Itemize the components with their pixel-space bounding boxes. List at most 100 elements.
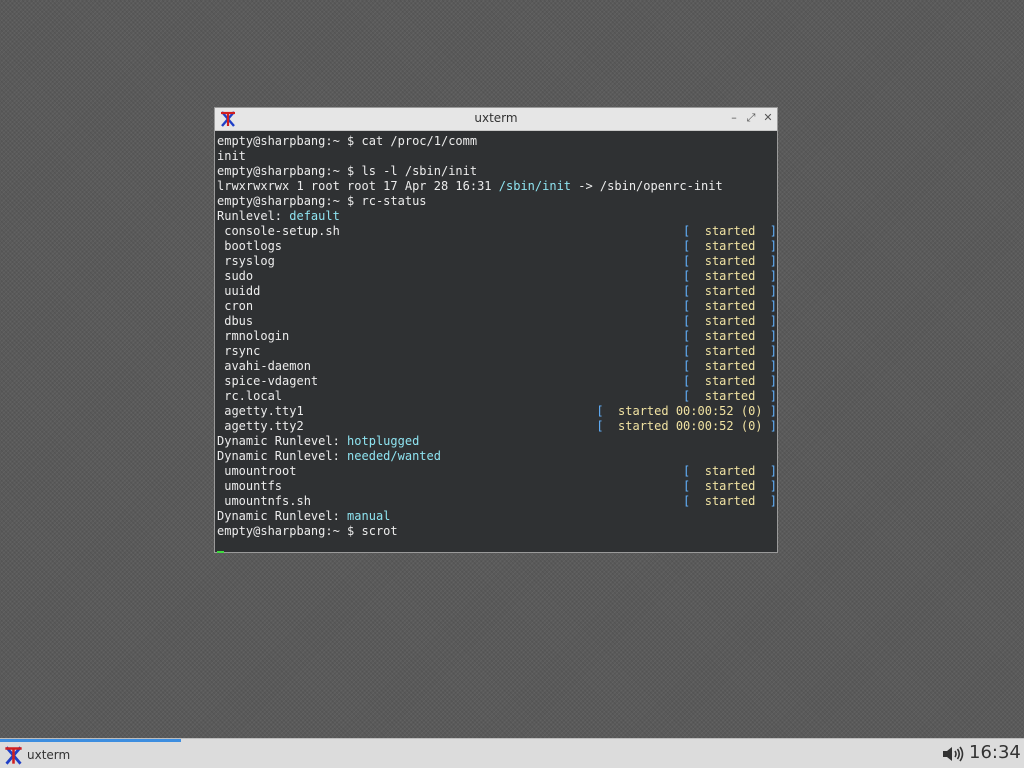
- terminal-line: empty@sharpbang:~ $ scrot: [217, 524, 777, 539]
- terminal-line: console-setup.sh [ started ]: [217, 224, 777, 239]
- terminal-line: [217, 539, 777, 554]
- terminal-text: init: [217, 149, 246, 163]
- service-status: [ started ]: [683, 284, 777, 298]
- service-status: [ started ]: [683, 389, 777, 403]
- service-status-text: started: [704, 299, 756, 313]
- terminal-text: lrwxrwxrwx 1 root root 17 Apr 28 16:31: [217, 179, 499, 193]
- minimize-button[interactable]: –: [727, 111, 741, 125]
- terminal-line: sudo [ started ]: [217, 269, 777, 284]
- xterm-logo-icon: [5, 746, 22, 765]
- service-name: avahi-daemon: [217, 359, 311, 373]
- service-status: [ started ]: [683, 479, 777, 493]
- terminal-line: agetty.tty1 [ started 00:00:52 (0) ]: [217, 404, 777, 419]
- service-name: dbus: [217, 314, 254, 328]
- close-button[interactable]: ✕: [761, 111, 775, 125]
- taskbar-item-uxterm[interactable]: uxterm: [0, 742, 181, 768]
- terminal-line: Runlevel: default: [217, 209, 777, 224]
- service-status: [ started 00:00:52 (0) ]: [596, 404, 777, 418]
- terminal-line: agetty.tty2 [ started 00:00:52 (0) ]: [217, 419, 777, 434]
- service-name: agetty.tty2: [217, 419, 304, 433]
- terminal-line: cron [ started ]: [217, 299, 777, 314]
- terminal-line: empty@sharpbang:~ $ ls -l /sbin/init: [217, 164, 777, 179]
- service-name: bootlogs: [217, 239, 283, 253]
- service-status-text: started: [704, 374, 756, 388]
- taskbar: uxterm 16:34: [0, 738, 1024, 768]
- service-status: [ started ]: [683, 344, 777, 358]
- terminal-text: Dynamic Runlevel:: [217, 449, 348, 463]
- maximize-button[interactable]: ⤢: [744, 111, 758, 125]
- text-cursor: [217, 551, 224, 553]
- service-status-text: started: [704, 344, 756, 358]
- terminal-line: spice-vdagent [ started ]: [217, 374, 777, 389]
- service-status-text: started: [704, 494, 756, 508]
- terminal-line: avahi-daemon [ started ]: [217, 359, 777, 374]
- terminal-line: uuidd [ started ]: [217, 284, 777, 299]
- window-titlebar[interactable]: uxterm – ⤢ ✕: [215, 108, 777, 131]
- service-status: [ started ]: [683, 359, 777, 373]
- service-name: rsync: [217, 344, 261, 358]
- terminal-text: manual: [347, 509, 391, 523]
- terminal-text: needed/wanted: [347, 449, 441, 463]
- service-name: agetty.tty1: [217, 404, 304, 418]
- service-name: cron: [217, 299, 254, 313]
- service-status-text: started: [704, 284, 756, 298]
- service-status: [ started ]: [683, 374, 777, 388]
- service-status-text: started: [704, 479, 756, 493]
- service-status-text: started: [704, 224, 756, 238]
- terminal-text: empty@sharpbang:~ $ ls -l /sbin/init: [217, 164, 478, 178]
- terminal-line: Dynamic Runlevel: manual: [217, 509, 777, 524]
- service-status: [ started ]: [683, 329, 777, 343]
- terminal-text: empty@sharpbang:~ $ scrot: [217, 524, 398, 538]
- terminal-text: /sbin/init: [498, 179, 572, 193]
- service-status-text: started: [704, 464, 756, 478]
- terminal-window[interactable]: uxterm – ⤢ ✕ empty@sharpbang:~ $ cat /pr…: [214, 107, 778, 553]
- clock[interactable]: 16:34: [969, 742, 1021, 763]
- terminal-text: Runlevel:: [217, 209, 290, 223]
- service-status: [ started ]: [683, 464, 777, 478]
- terminal-line: umountnfs.sh [ started ]: [217, 494, 777, 509]
- service-name: console-setup.sh: [217, 224, 340, 238]
- terminal-output[interactable]: empty@sharpbang:~ $ cat /proc/1/comm init…: [217, 134, 777, 553]
- terminal-text: Dynamic Runlevel:: [217, 509, 348, 523]
- speaker-icon[interactable]: [942, 746, 964, 762]
- taskbar-item-label: uxterm: [27, 748, 71, 762]
- service-status: [ started ]: [683, 269, 777, 283]
- service-name: uuidd: [217, 284, 261, 298]
- service-status-text: started: [704, 254, 756, 268]
- terminal-line: dbus [ started ]: [217, 314, 777, 329]
- terminal-line: rc.local [ started ]: [217, 389, 777, 404]
- service-status-text: started: [704, 239, 756, 253]
- terminal-line: Dynamic Runlevel: hotplugged: [217, 434, 777, 449]
- service-name: spice-vdagent: [217, 374, 319, 388]
- service-name: umountfs: [217, 479, 283, 493]
- service-status-text: started: [704, 389, 756, 403]
- terminal-line: rsync [ started ]: [217, 344, 777, 359]
- service-status: [ started ]: [683, 224, 777, 238]
- terminal-text: -> /sbin/openrc-init: [571, 179, 723, 193]
- terminal-text: hotplugged: [347, 434, 420, 448]
- window-title: uxterm: [474, 111, 518, 125]
- service-name: sudo: [217, 269, 254, 283]
- service-status: [ started ]: [683, 239, 777, 253]
- terminal-text: empty@sharpbang:~ $ rc-status: [217, 194, 427, 208]
- terminal-line: empty@sharpbang:~ $ cat /proc/1/comm: [217, 134, 777, 149]
- service-status-text: started: [704, 359, 756, 373]
- service-status-text: started: [704, 329, 756, 343]
- terminal-line: rsyslog [ started ]: [217, 254, 777, 269]
- service-status-text: started 00:00:52 (0): [618, 404, 763, 418]
- terminal-line: umountroot [ started ]: [217, 464, 777, 479]
- service-status: [ started ]: [683, 494, 777, 508]
- service-status-text: started: [704, 314, 756, 328]
- terminal-line: bootlogs [ started ]: [217, 239, 777, 254]
- terminal-text: default: [289, 209, 340, 223]
- terminal-line: init: [217, 149, 777, 164]
- terminal-text: Dynamic Runlevel:: [217, 434, 348, 448]
- service-status: [ started ]: [683, 299, 777, 313]
- service-status: [ started ]: [683, 254, 777, 268]
- service-name: rmnologin: [217, 329, 290, 343]
- terminal-line: Dynamic Runlevel: needed/wanted: [217, 449, 777, 464]
- service-name: umountroot: [217, 464, 297, 478]
- service-status: [ started 00:00:52 (0) ]: [596, 419, 777, 433]
- terminal-line: umountfs [ started ]: [217, 479, 777, 494]
- service-status-text: started: [704, 269, 756, 283]
